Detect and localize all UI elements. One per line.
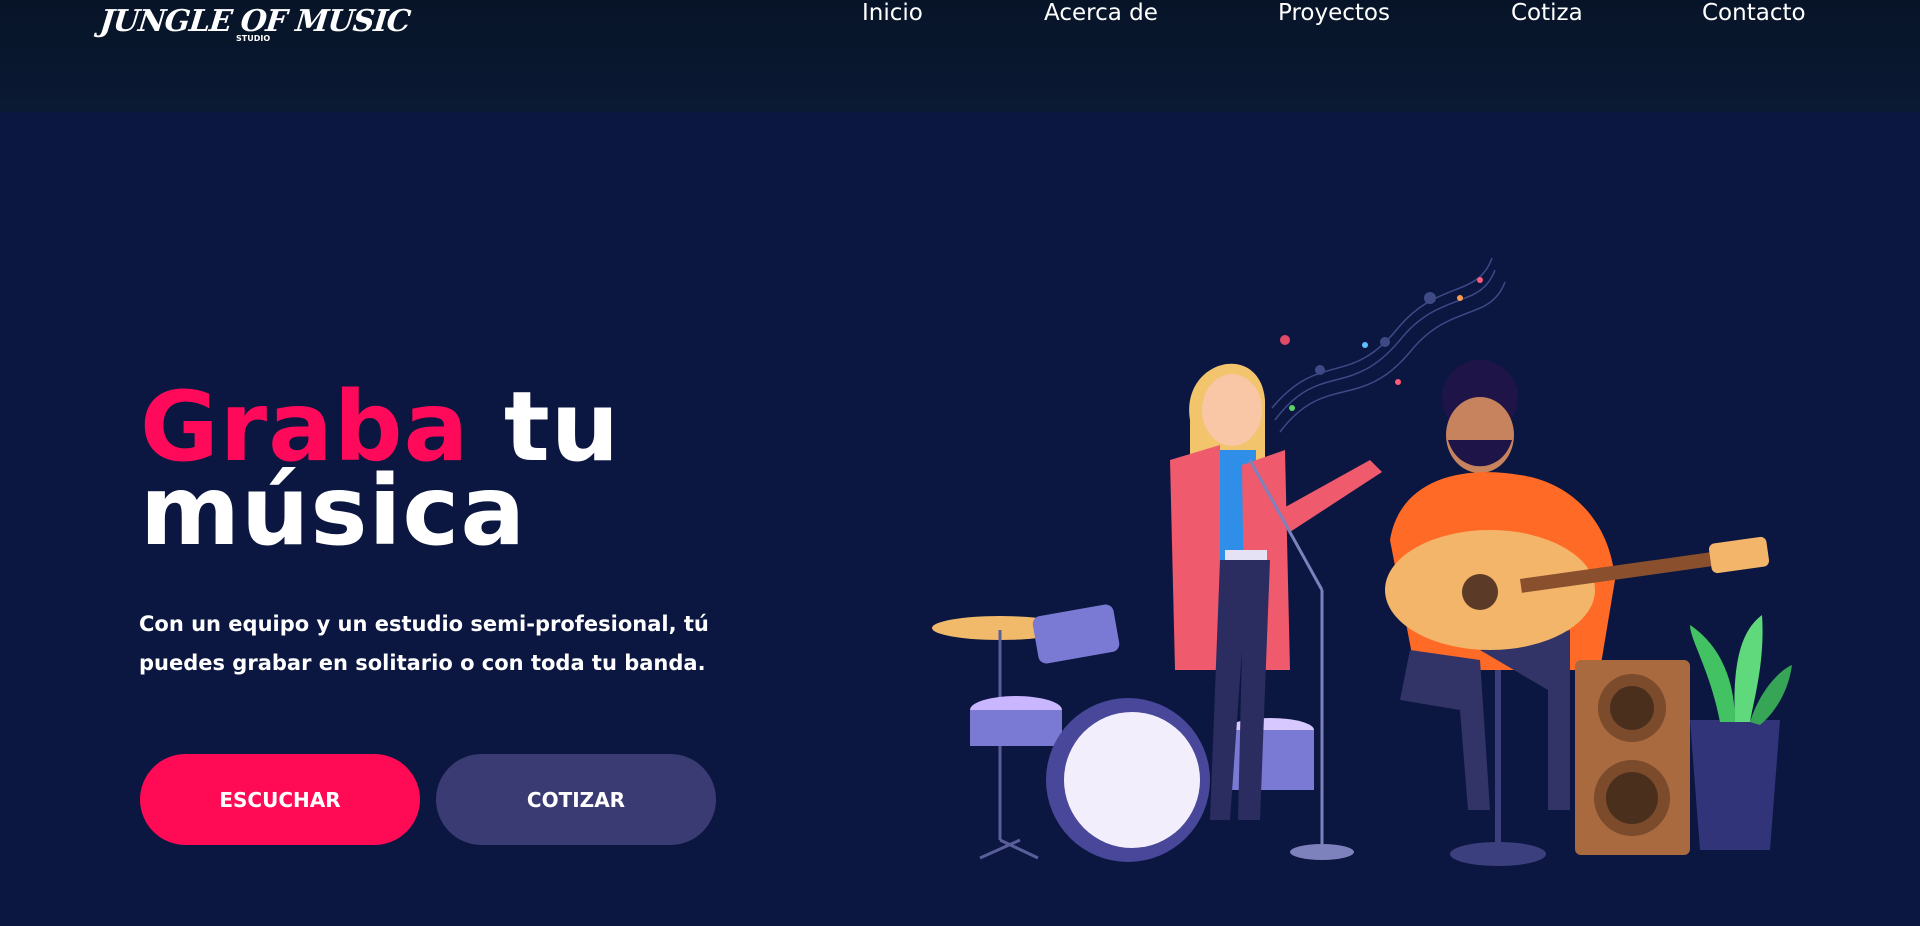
hero-description: Con un equipo y un estudio semi-profesio… (139, 612, 709, 675)
quote-button[interactable]: COTIZAR (436, 754, 716, 845)
band-illustration (932, 257, 1792, 866)
hero-title: Graba tu música (140, 379, 620, 559)
hero-title-line2: música (140, 455, 527, 567)
nav-cotiza[interactable]: Cotiza (1511, 0, 1583, 26)
site-header: JUNGLE OF MUSIC STUDIO Inicio Acerca de … (0, 0, 1920, 112)
nav-inicio[interactable]: Inicio (862, 0, 923, 26)
logo-subtitle: STUDIO (236, 34, 271, 43)
nav-acerca-de[interactable]: Acerca de (1044, 0, 1158, 26)
speaker (1575, 660, 1690, 855)
nav-proyectos[interactable]: Proyectos (1278, 0, 1390, 26)
nav-contacto[interactable]: Contacto (1702, 0, 1806, 26)
plant (1690, 615, 1792, 850)
listen-button[interactable]: ESCUCHAR (140, 754, 420, 845)
